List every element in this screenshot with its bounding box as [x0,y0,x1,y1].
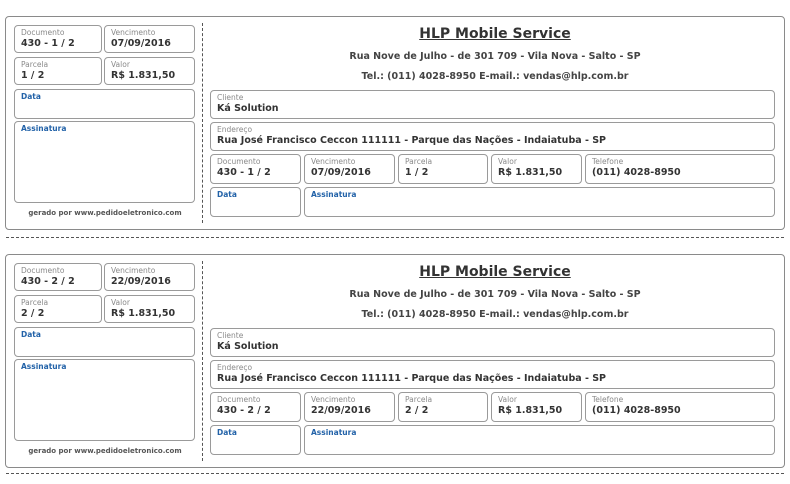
cut-line-2 [6,473,784,474]
valor-field: Valor R$ 1.831,50 [491,392,582,422]
stub-vencimento-label: Vencimento [111,266,156,275]
telefone-field: Telefone (011) 4028-8950 [585,392,775,422]
vencimento-field: Vencimento 22/09/2016 [304,392,395,422]
stub-vencimento-value: 07/09/2016 [111,38,171,49]
vencimento-field: Vencimento 07/09/2016 [304,154,395,184]
telefone-label: Telefone [592,395,624,404]
documento-field: Documento 430 - 1 / 2 [210,154,301,184]
assinatura-field: Assinatura [304,425,775,455]
stub-documento-label: Documento [21,266,65,275]
data-field: Data [210,187,301,217]
stub-vencimento-value: 22/09/2016 [111,276,171,287]
stub-parcela-label: Parcela [21,298,49,307]
documento-value: 430 - 2 / 2 [217,405,271,416]
stub-valor-field: Valor R$ 1.831,50 [104,57,195,85]
data-label: Data [217,428,237,437]
data-field: Data [210,425,301,455]
valor-field: Valor R$ 1.831,50 [491,154,582,184]
stub-documento-field: Documento 430 - 2 / 2 [14,263,102,291]
cliente-value: Ká Solution [217,103,279,114]
stub-valor-value: R$ 1.831,50 [111,308,176,319]
stub-data-field: Data [14,327,195,357]
parcela-label: Parcela [405,395,433,404]
parcela-value: 2 / 2 [405,405,429,416]
stub-separator [202,261,203,461]
stub-vencimento-field: Vencimento 22/09/2016 [104,263,195,291]
valor-value: R$ 1.831,50 [498,167,563,178]
endereco-value: Rua José Francisco Ceccon 111111 - Parqu… [217,135,607,146]
generated-by-note: gerado por www.pedidoeletronico.com [28,447,182,455]
payment-slip-1: Documento 430 - 1 / 2 Vencimento 07/09/2… [5,16,785,230]
telefone-value: (011) 4028-8950 [592,167,681,178]
endereco-field: Endereço Rua José Francisco Ceccon 11111… [210,360,775,389]
documento-label: Documento [217,157,261,166]
parcela-value: 1 / 2 [405,167,429,178]
telefone-value: (011) 4028-8950 [592,405,681,416]
stub-valor-value: R$ 1.831,50 [111,70,176,81]
stub-vencimento-label: Vencimento [111,28,156,37]
vencimento-value: 22/09/2016 [311,405,371,416]
stub-documento-field: Documento 430 - 1 / 2 [14,25,102,53]
stub-parcela-value: 2 / 2 [21,308,45,319]
valor-value: R$ 1.831,50 [498,405,563,416]
valor-label: Valor [498,157,517,166]
assinatura-field: Assinatura [304,187,775,217]
stub-assinatura-label: Assinatura [21,362,67,371]
cliente-field: Cliente Ká Solution [210,90,775,119]
company-address: Rua Nove de Julho - de 301 709 - Vila No… [349,51,641,62]
documento-label: Documento [217,395,261,404]
stub-documento-value: 430 - 2 / 2 [21,276,75,287]
stub-data-field: Data [14,89,195,119]
cliente-value: Ká Solution [217,341,279,352]
vencimento-value: 07/09/2016 [311,167,371,178]
documento-field: Documento 430 - 2 / 2 [210,392,301,422]
stub-valor-field: Valor R$ 1.831,50 [104,295,195,323]
generated-by-note: gerado por www.pedidoeletronico.com [28,209,182,217]
stub-documento-value: 430 - 1 / 2 [21,38,75,49]
cliente-label: Cliente [217,331,244,340]
assinatura-label: Assinatura [311,428,357,437]
stub-assinatura-field: Assinatura [14,121,195,203]
stub-parcela-value: 1 / 2 [21,70,45,81]
documento-value: 430 - 1 / 2 [217,167,271,178]
stub-vencimento-field: Vencimento 07/09/2016 [104,25,195,53]
endereco-label: Endereço [217,363,253,372]
stub-data-label: Data [21,92,41,101]
cliente-label: Cliente [217,93,244,102]
parcela-label: Parcela [405,157,433,166]
stub-parcela-field: Parcela 2 / 2 [14,295,102,323]
vencimento-label: Vencimento [311,157,356,166]
endereco-field: Endereço Rua José Francisco Ceccon 11111… [210,122,775,151]
payment-slip-2: Documento 430 - 2 / 2 Vencimento 22/09/2… [5,254,785,468]
stub-separator [202,23,203,223]
company-address: Rua Nove de Julho - de 301 709 - Vila No… [349,289,641,300]
company-contact: Tel.: (011) 4028-8950 E-mail.: vendas@hl… [361,309,629,320]
stub-data-label: Data [21,330,41,339]
stub-valor-label: Valor [111,60,130,69]
cliente-field: Cliente Ká Solution [210,328,775,357]
company-name: HLP Mobile Service [419,264,571,280]
stub-parcela-label: Parcela [21,60,49,69]
endereco-label: Endereço [217,125,253,134]
stub-documento-label: Documento [21,28,65,37]
company-contact: Tel.: (011) 4028-8950 E-mail.: vendas@hl… [361,71,629,82]
cut-line-1 [6,237,784,238]
valor-label: Valor [498,395,517,404]
parcela-field: Parcela 1 / 2 [398,154,488,184]
data-label: Data [217,190,237,199]
telefone-label: Telefone [592,157,624,166]
telefone-field: Telefone (011) 4028-8950 [585,154,775,184]
endereco-value: Rua José Francisco Ceccon 111111 - Parqu… [217,373,607,384]
vencimento-label: Vencimento [311,395,356,404]
stub-valor-label: Valor [111,298,130,307]
stub-parcela-field: Parcela 1 / 2 [14,57,102,85]
stub-assinatura-label: Assinatura [21,124,67,133]
assinatura-label: Assinatura [311,190,357,199]
stub-assinatura-field: Assinatura [14,359,195,441]
company-name: HLP Mobile Service [419,26,571,42]
parcela-field: Parcela 2 / 2 [398,392,488,422]
